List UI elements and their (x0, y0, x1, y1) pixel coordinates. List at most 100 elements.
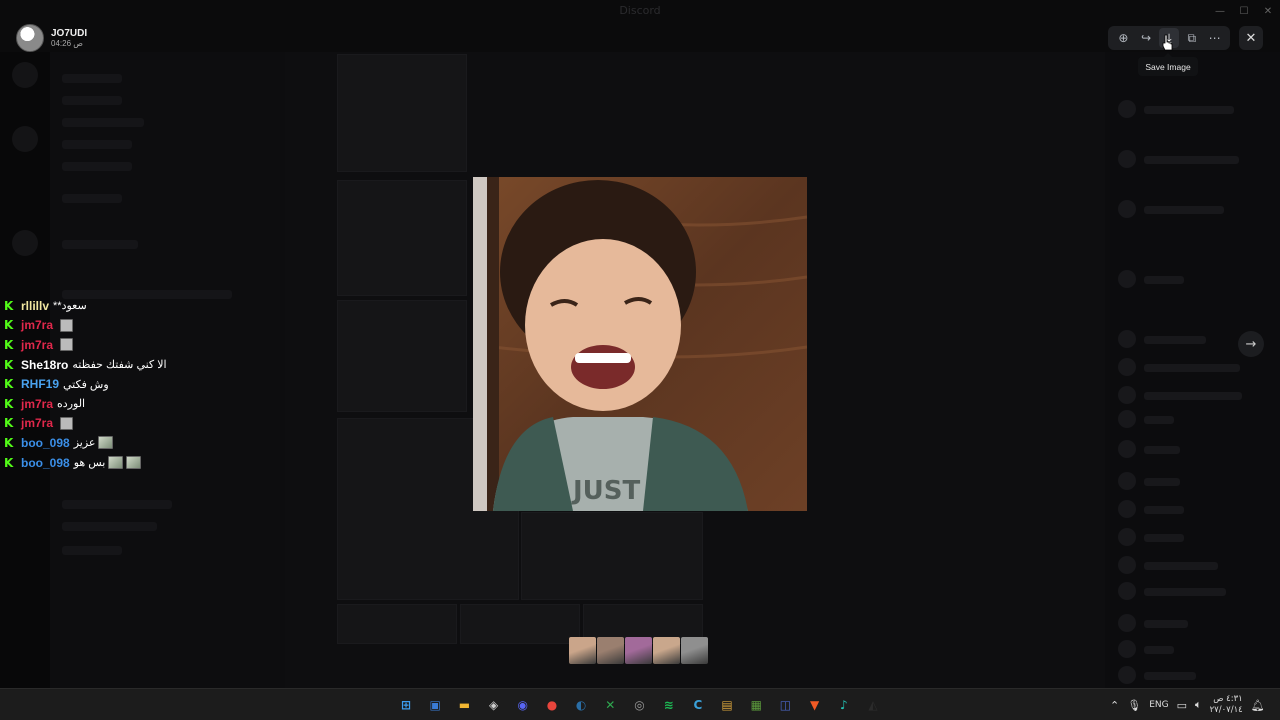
chat-message: Kjm7ra (4, 316, 304, 336)
thumbnail[interactable] (625, 637, 652, 664)
channel-item (62, 546, 122, 555)
member-avatar (1118, 100, 1136, 118)
cursor-hand-icon (1162, 34, 1173, 51)
zoom-icon[interactable]: ⊕ (1113, 28, 1133, 48)
xbox-icon[interactable]: ✕ (598, 693, 622, 717)
chat-message: Kjm7ra (4, 414, 304, 434)
server-icon (12, 230, 38, 256)
chat-username: jm7ra (21, 318, 54, 333)
obs-icon[interactable]: ◎ (628, 693, 652, 717)
audio-app-icon[interactable]: ♪ (832, 693, 856, 717)
thumbnail[interactable] (569, 637, 596, 664)
teams-icon[interactable]: ◫ (773, 693, 797, 717)
member-name (1144, 336, 1206, 344)
kick-badge-icon: K (4, 337, 14, 352)
save-image-tooltip: Save Image (1138, 53, 1198, 76)
chat-message: Kboo_098 عزيز (4, 433, 304, 453)
windows-start-icon[interactable]: ⊞ (394, 693, 418, 717)
unity-icon[interactable]: ◈ (482, 693, 506, 717)
post-time: 04:26 ص (51, 39, 83, 48)
thumbnail[interactable] (597, 637, 624, 664)
media-image[interactable]: JUST (473, 177, 807, 511)
emote-icon (60, 318, 74, 332)
member-name (1144, 562, 1218, 570)
chat-message: Kjm7ra الورده (4, 394, 304, 414)
channel-item (62, 500, 172, 509)
member-avatar (1118, 386, 1136, 404)
brave-icon[interactable]: ▼ (803, 693, 827, 717)
chat-username: rllillv (21, 298, 50, 313)
channel-item (62, 118, 144, 127)
channel-item (62, 522, 157, 531)
notification-icon[interactable]: 🔔︎ (1251, 699, 1265, 712)
forward-icon[interactable]: ↪ (1136, 28, 1156, 48)
attachment-card (337, 180, 467, 296)
file-explorer-icon[interactable]: ▬ (452, 693, 476, 717)
more-icon[interactable]: ⋯ (1205, 28, 1225, 48)
next-image-button[interactable]: → (1238, 331, 1264, 357)
kick-badge-icon: K (4, 396, 14, 411)
member-name (1144, 478, 1180, 486)
language-indicator[interactable]: ENG (1149, 700, 1168, 710)
folder-icon[interactable]: ▤ (715, 693, 739, 717)
member-name (1144, 206, 1224, 214)
attachment-card (337, 54, 467, 172)
channel-item (62, 140, 132, 149)
epic-icon[interactable]: ◭ (861, 693, 885, 717)
avatar[interactable] (16, 24, 44, 52)
ccleaner-icon[interactable]: C (686, 693, 710, 717)
stream-chat-overlay: Krllillv **سعود Kjm7ra Kjm7ra K She18ro الا كن… (4, 296, 304, 472)
member-avatar (1118, 500, 1136, 518)
member-avatar (1118, 440, 1136, 458)
chat-message: Kjm7ra (4, 335, 304, 355)
clock[interactable]: ٤:٣١ ص ٢٧/٠٧/١٤ (1210, 694, 1243, 716)
channel-item (62, 162, 132, 171)
chat-username: jm7ra (21, 337, 54, 352)
thumbnail[interactable] (681, 637, 708, 664)
network-icon[interactable]: ▭ (1177, 699, 1187, 712)
channel-item (62, 194, 122, 203)
member-avatar (1118, 150, 1136, 168)
emote-icon (108, 456, 124, 470)
store-icon[interactable]: ▣ (423, 693, 447, 717)
minimize-button[interactable]: — (1208, 0, 1232, 22)
steam-icon[interactable]: ◐ (569, 693, 593, 717)
thumbnail[interactable] (653, 637, 680, 664)
volume-icon[interactable]: 🔈︎ (1195, 698, 1202, 712)
close-icon[interactable]: ✕ (1239, 26, 1263, 50)
member-avatar (1118, 614, 1136, 632)
member-name (1144, 446, 1180, 454)
kick-badge-icon: K (4, 318, 14, 333)
attachment-card (521, 512, 703, 600)
emote-icon (60, 416, 74, 430)
microphone-icon[interactable]: 🎙︎ (1127, 699, 1141, 712)
maximize-button[interactable]: ☐ (1232, 0, 1256, 22)
member-avatar (1118, 330, 1136, 348)
emote-icon (60, 338, 74, 352)
kick-badge-icon: K (4, 455, 14, 470)
taskbar: ⊞ ▣ ▬ ◈ ◉ ● ◐ ✕ ◎ ≋ C ▤ ▦ ◫ ▼ ♪ ◭ ⌃ 🎙︎ ENG ▭ 🔈︎ ٤:٣١ ص ٢… (0, 688, 1280, 720)
emote-icon (126, 456, 142, 470)
chat-username: She18ro (21, 357, 69, 372)
chat-username: jm7ra (21, 416, 54, 431)
kick-badge-icon: K (4, 298, 14, 313)
discord-icon[interactable]: ◉ (511, 693, 535, 717)
spotify-icon[interactable]: ≋ (657, 693, 681, 717)
chevron-up-icon[interactable]: ⌃ (1110, 699, 1119, 712)
minecraft-icon[interactable]: ▦ (744, 693, 768, 717)
thumbnail-strip (569, 637, 708, 664)
kick-badge-icon: K (4, 377, 14, 392)
kick-badge-icon: K (4, 416, 14, 431)
window-controls: — ☐ ✕ (1208, 0, 1280, 22)
svg-text:JUST: JUST (571, 476, 641, 506)
channel-item (62, 74, 122, 83)
chrome-icon[interactable]: ● (540, 693, 564, 717)
server-icon (12, 62, 38, 88)
server-icon (12, 126, 38, 152)
attachment-card (337, 604, 457, 644)
chat-text: عزيز (73, 437, 96, 450)
child-photo: JUST (473, 177, 807, 511)
author-name[interactable]: JO7UDI (51, 28, 87, 39)
open-external-icon[interactable]: ⧉ (1182, 28, 1202, 48)
window-close-button[interactable]: ✕ (1256, 0, 1280, 22)
